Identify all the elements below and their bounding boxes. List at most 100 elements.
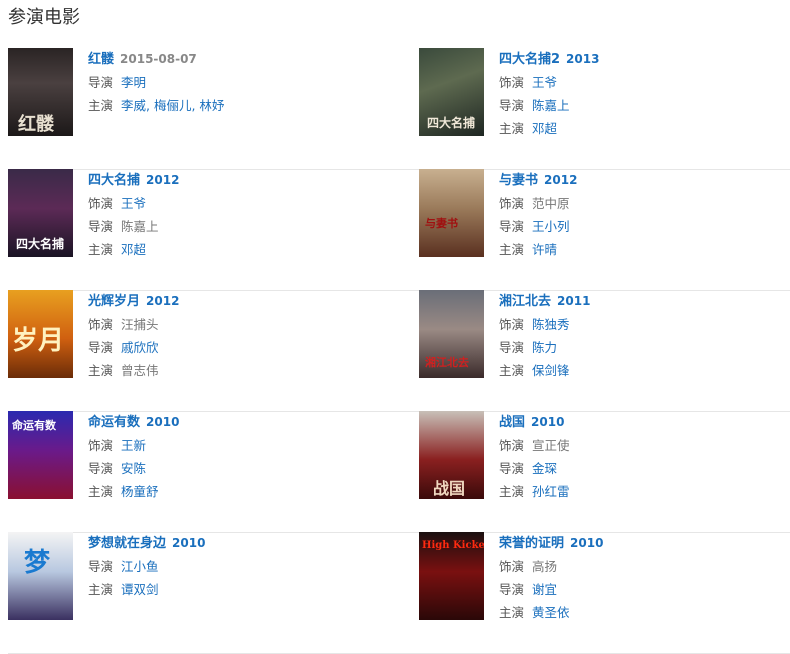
film-row: 岁月 光辉岁月 2012 饰演 汪捕头 导演 戚欣欣 主演 曾志伟 湘江北去 湘江北去 2011 饰演陈…: [8, 290, 790, 412]
film-title-link[interactable]: 湘江北去: [499, 294, 551, 309]
film-meta-line: 饰演 王爷: [499, 71, 599, 94]
film-year: 2013: [566, 52, 600, 66]
film-meta-line: 主演 邓超: [88, 238, 179, 261]
person-link[interactable]: 江小鱼: [121, 559, 159, 574]
film-row: 命运有数 命运有数 2010 饰演 王新 导演 安陈 主演 杨童舒 战国 战国 2010 饰演 宣正使 导演…: [8, 411, 790, 533]
film-year: 2010: [570, 536, 604, 550]
meta-label: 导演: [88, 461, 114, 476]
person-link[interactable]: 王爷: [121, 196, 146, 211]
person-link[interactable]: 李明: [121, 75, 146, 90]
person-link[interactable]: 许晴: [532, 242, 557, 257]
film-title-line: 湘江北去 2011: [499, 290, 590, 313]
film-meta-line: 导演 戚欣欣: [88, 336, 179, 359]
film-info: 荣誉的证明 2010 饰演 高扬 导演 谢宜 主演 黄圣依: [499, 532, 603, 624]
film-title-link[interactable]: 与妻书: [499, 173, 538, 188]
person-link[interactable]: 王新: [121, 438, 146, 453]
person-name: 范中原: [532, 196, 570, 211]
film-year: 2010: [146, 415, 180, 429]
person-link[interactable]: 陈独秀: [532, 317, 570, 332]
film-meta-line: 导演 安陈: [88, 457, 179, 480]
poster-title-art: 战国: [433, 479, 466, 498]
poster-title-art: 岁月: [12, 326, 65, 356]
film-poster[interactable]: 战国: [419, 411, 484, 499]
film-title-line: 红髅 2015-08-07: [88, 48, 224, 71]
meta-label: 主演: [499, 484, 525, 499]
person-link[interactable]: 谢宜: [532, 582, 557, 597]
film-poster[interactable]: 与妻书: [419, 169, 484, 257]
film-item: 与妻书 与妻书 2012 饰演 范中原 导演 王小列 主演 许晴: [419, 169, 789, 290]
meta-label: 饰演: [499, 438, 525, 453]
film-title-link[interactable]: 红髅: [88, 52, 114, 67]
film-item: 红髅 红髅 2015-08-07 导演 李明 主演 李威, 梅俪儿, 林妤: [8, 48, 378, 169]
person-link[interactable]: 金琛: [532, 461, 557, 476]
film-year: 2012: [146, 173, 180, 187]
meta-label: 饰演: [88, 317, 114, 332]
film-poster[interactable]: 红髅: [8, 48, 73, 136]
film-poster[interactable]: 湘江北去: [419, 290, 484, 378]
meta-label: 导演: [88, 559, 114, 574]
film-row: 红髅 红髅 2015-08-07 导演 李明 主演 李威, 梅俪儿, 林妤 四大名捕 四大名捕2…: [8, 48, 790, 170]
person-link[interactable]: 陈力: [532, 340, 557, 355]
person-link[interactable]: 保剑锋: [532, 363, 570, 378]
film-title-line: 四大名捕2 2013: [499, 48, 599, 71]
film-title-link[interactable]: 光辉岁月: [88, 294, 140, 309]
meta-label: 饰演: [499, 196, 525, 211]
film-item: 战国 战国 2010 饰演 宣正使 导演 金琛 主演 孙红雷: [419, 411, 789, 532]
meta-label: 主演: [499, 605, 525, 620]
person-link[interactable]: 王小列: [532, 219, 570, 234]
meta-label: 饰演: [88, 196, 114, 211]
person-link[interactable]: 杨童舒: [121, 484, 159, 499]
meta-label: 饰演: [88, 438, 114, 453]
film-year: 2011: [557, 294, 591, 308]
film-meta-line: 饰演 陈独秀: [499, 313, 590, 336]
poster-title-art: 梦: [24, 548, 51, 578]
film-info: 湘江北去 2011 饰演 陈独秀 导演 陈力 主演 保剑锋: [499, 290, 590, 382]
film-meta-line: 导演 金琛: [499, 457, 570, 480]
film-info: 四大名捕 2012 饰演 王爷 导演 陈嘉上 主演 邓超: [88, 169, 179, 261]
meta-label: 主演: [499, 242, 525, 257]
film-meta-line: 导演 谢宜: [499, 578, 603, 601]
film-poster[interactable]: 命运有数: [8, 411, 73, 499]
film-info: 梦想就在身边 2010 导演 江小鱼 主演 谭双剑: [88, 532, 205, 601]
film-poster[interactable]: 岁月: [8, 290, 73, 378]
film-poster[interactable]: 四大名捕: [8, 169, 73, 257]
film-meta-line: 主演 保剑锋: [499, 359, 590, 382]
film-title-link[interactable]: 战国: [499, 415, 525, 430]
film-item: 梦 梦想就在身边 2010 导演 江小鱼 主演 谭双剑: [8, 532, 378, 653]
meta-label: 饰演: [499, 559, 525, 574]
person-link[interactable]: 谭双剑: [121, 582, 159, 597]
meta-label: 主演: [499, 363, 525, 378]
film-info: 命运有数 2010 饰演 王新 导演 安陈 主演 杨童舒: [88, 411, 179, 503]
meta-label: 主演: [88, 242, 114, 257]
person-link[interactable]: 李威, 梅俪儿, 林妤: [121, 98, 224, 113]
meta-label: 导演: [499, 461, 525, 476]
person-link[interactable]: 孙红雷: [532, 484, 570, 499]
poster-title-art: High Kickers: [422, 540, 484, 551]
person-link[interactable]: 邓超: [121, 242, 146, 257]
film-title-link[interactable]: 命运有数: [88, 415, 140, 430]
film-title-link[interactable]: 荣誉的证明: [499, 536, 564, 551]
film-meta-line: 饰演 宣正使: [499, 434, 570, 457]
person-link[interactable]: 安陈: [121, 461, 146, 476]
poster-title-art: 红髅: [18, 114, 54, 135]
person-link[interactable]: 黄圣依: [532, 605, 570, 620]
meta-label: 导演: [499, 582, 525, 597]
film-title-line: 命运有数 2010: [88, 411, 179, 434]
person-link[interactable]: 戚欣欣: [121, 340, 159, 355]
film-poster[interactable]: 梦: [8, 532, 73, 620]
film-title-link[interactable]: 梦想就在身边: [88, 536, 166, 551]
person-link[interactable]: 邓超: [532, 121, 557, 136]
meta-label: 主演: [88, 98, 114, 113]
film-title-link[interactable]: 四大名捕: [88, 173, 140, 188]
film-title-link[interactable]: 四大名捕2: [499, 52, 560, 67]
film-meta-line: 饰演 高扬: [499, 555, 603, 578]
person-link[interactable]: 王爷: [532, 75, 557, 90]
film-year: 2010: [531, 415, 565, 429]
film-poster[interactable]: High Kickers: [419, 532, 484, 620]
meta-label: 主演: [499, 121, 525, 136]
person-link[interactable]: 陈嘉上: [532, 98, 570, 113]
film-poster[interactable]: 四大名捕: [419, 48, 484, 136]
film-meta-line: 饰演 王爷: [88, 192, 179, 215]
film-year: 2012: [146, 294, 180, 308]
poster-title-art: 四大名捕: [16, 237, 65, 251]
